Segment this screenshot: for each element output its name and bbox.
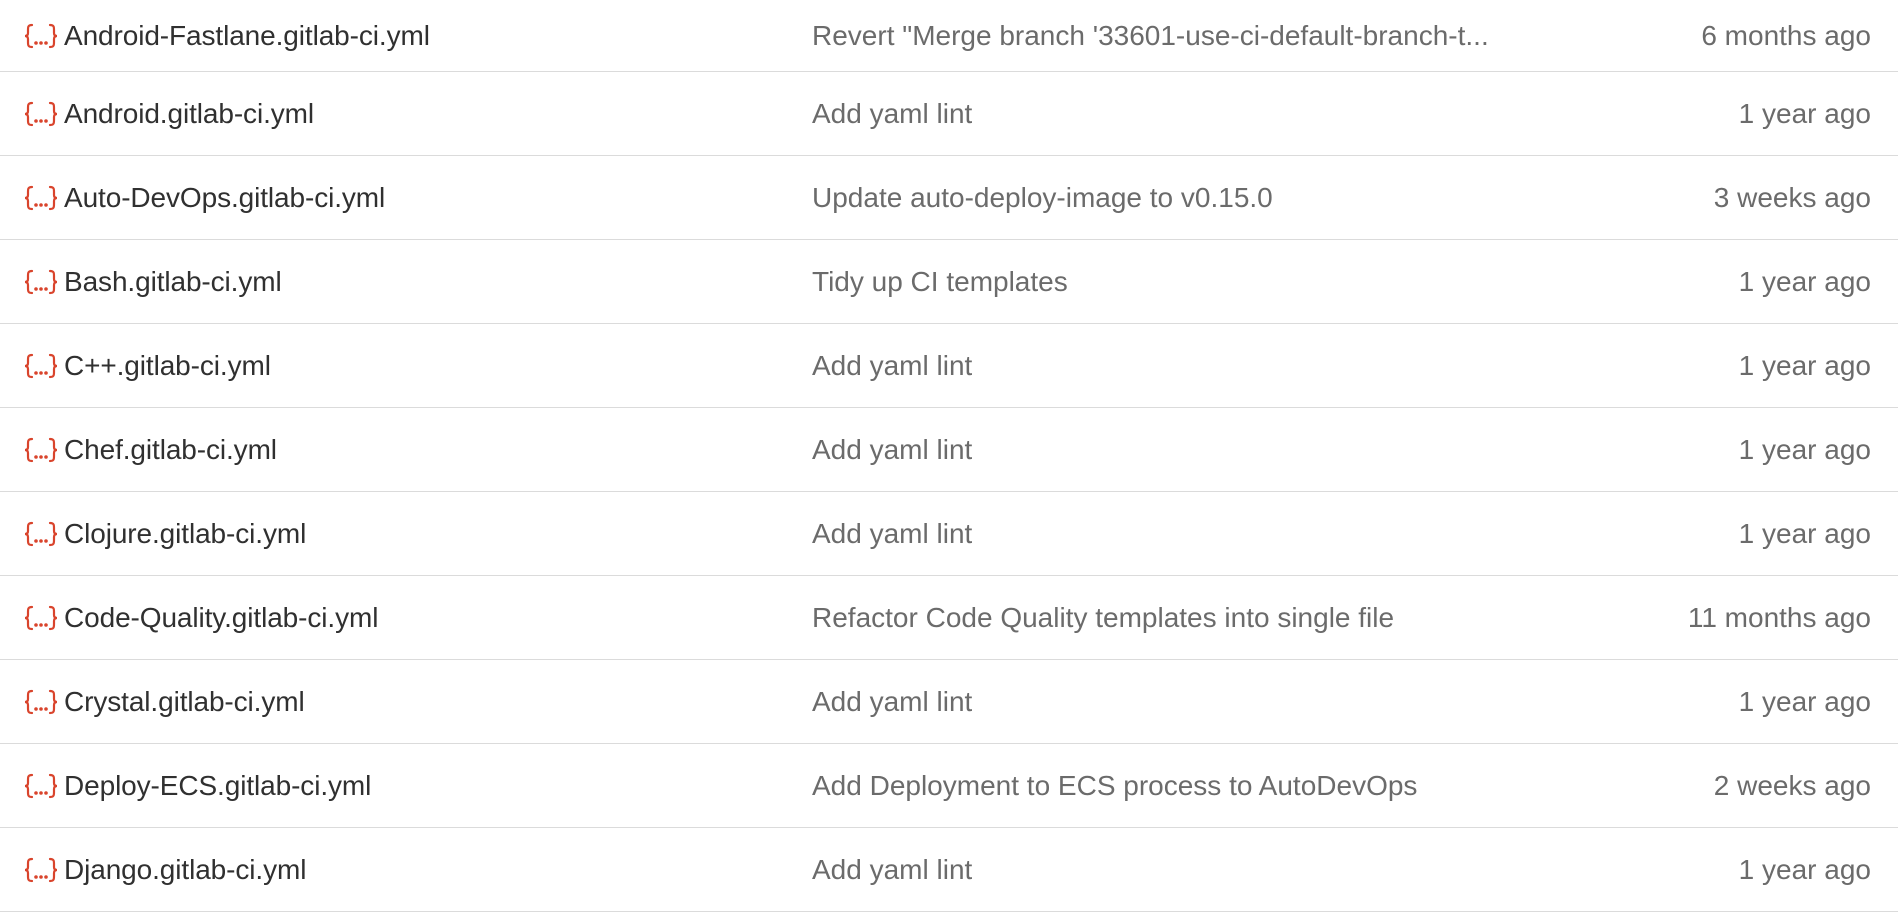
commit-message-cell[interactable]: Add yaml lint [812,828,1542,911]
commit-message-link[interactable]: Refactor Code Quality templates into sin… [812,602,1394,634]
file-name-cell[interactable]: Chef.gitlab-ci.yml [24,408,784,491]
commit-message-cell[interactable]: Add yaml lint [812,660,1542,743]
file-name-link[interactable]: Django.gitlab-ci.yml [64,854,306,886]
table-row[interactable]: Clojure.gitlab-ci.yml Add yaml lint 1 ye… [0,492,1898,576]
commit-message-link[interactable]: Add yaml lint [812,854,972,886]
table-row[interactable]: Android.gitlab-ci.yml Add yaml lint 1 ye… [0,72,1898,156]
commit-time: 1 year ago [1738,685,1871,717]
yaml-file-icon [24,22,58,50]
yaml-file-icon [24,772,58,800]
commit-message-link[interactable]: Add yaml lint [812,518,972,550]
yaml-file-icon [24,436,58,464]
commit-message-cell[interactable]: Add yaml lint [812,324,1542,407]
commit-message-link[interactable]: Tidy up CI templates [812,266,1068,298]
yaml-file-icon [24,520,58,548]
table-row[interactable]: Android-Fastlane.gitlab-ci.yml Revert "M… [0,0,1898,72]
table-row[interactable]: Deploy-ECS.gitlab-ci.yml Add Deployment … [0,744,1898,828]
yaml-file-icon [24,688,58,716]
file-name-link[interactable]: Clojure.gitlab-ci.yml [64,518,306,550]
commit-message-cell[interactable]: Refactor Code Quality templates into sin… [812,576,1542,659]
commit-time: 2 weeks ago [1713,769,1871,801]
table-row[interactable]: C++.gitlab-ci.yml Add yaml lint 1 year a… [0,324,1898,408]
file-name-cell[interactable]: C++.gitlab-ci.yml [24,324,784,407]
commit-time: 6 months ago [1701,19,1871,51]
commit-time: 1 year ago [1738,349,1871,381]
file-name-link[interactable]: C++.gitlab-ci.yml [64,350,271,382]
file-name-cell[interactable]: Bash.gitlab-ci.yml [24,240,784,323]
commit-message-cell[interactable]: Add yaml lint [812,408,1542,491]
commit-message-link[interactable]: Add yaml lint [812,98,972,130]
commit-time-cell: 1 year ago [1739,72,1871,155]
file-name-link[interactable]: Auto-DevOps.gitlab-ci.yml [64,182,385,214]
file-name-cell[interactable]: Django.gitlab-ci.yml [24,828,784,911]
commit-message-link[interactable]: Add Deployment to ECS process to AutoDev… [812,770,1417,802]
file-name-cell[interactable]: Auto-DevOps.gitlab-ci.yml [24,156,784,239]
commit-time: 3 weeks ago [1713,181,1871,213]
file-name-cell[interactable]: Android-Fastlane.gitlab-ci.yml [24,0,784,71]
yaml-file-icon [24,604,58,632]
file-name-cell[interactable]: Code-Quality.gitlab-ci.yml [24,576,784,659]
commit-time: 1 year ago [1738,517,1871,549]
table-row[interactable]: Chef.gitlab-ci.yml Add yaml lint 1 year … [0,408,1898,492]
commit-time-cell: 3 weeks ago [1714,156,1871,239]
commit-message-cell[interactable]: Revert "Merge branch '33601-use-ci-defau… [812,0,1542,71]
file-name-link[interactable]: Crystal.gitlab-ci.yml [64,686,305,718]
commit-message-cell[interactable]: Add yaml lint [812,492,1542,575]
commit-time: 1 year ago [1738,433,1871,465]
commit-message-link[interactable]: Revert "Merge branch '33601-use-ci-defau… [812,20,1489,52]
commit-message-link[interactable]: Add yaml lint [812,350,972,382]
table-row[interactable]: Crystal.gitlab-ci.yml Add yaml lint 1 ye… [0,660,1898,744]
file-name-link[interactable]: Chef.gitlab-ci.yml [64,434,277,466]
commit-message-link[interactable]: Add yaml lint [812,434,972,466]
commit-message-link[interactable]: Update auto-deploy-image to v0.15.0 [812,182,1273,214]
file-name-cell[interactable]: Clojure.gitlab-ci.yml [24,492,784,575]
yaml-file-icon [24,352,58,380]
commit-time: 1 year ago [1738,265,1871,297]
commit-time-cell: 6 months ago [1701,0,1871,71]
commit-message-cell[interactable]: Add yaml lint [812,72,1542,155]
file-name-cell[interactable]: Deploy-ECS.gitlab-ci.yml [24,744,784,827]
commit-message-cell[interactable]: Add Deployment to ECS process to AutoDev… [812,744,1542,827]
yaml-file-icon [24,856,58,884]
commit-message-link[interactable]: Add yaml lint [812,686,972,718]
commit-time-cell: 2 weeks ago [1714,744,1871,827]
commit-time-cell: 1 year ago [1739,240,1871,323]
yaml-file-icon [24,184,58,212]
table-row[interactable]: Bash.gitlab-ci.yml Tidy up CI templates … [0,240,1898,324]
file-name-cell[interactable]: Crystal.gitlab-ci.yml [24,660,784,743]
commit-time-cell: 1 year ago [1739,324,1871,407]
file-name-link[interactable]: Deploy-ECS.gitlab-ci.yml [64,770,371,802]
commit-time: 1 year ago [1738,97,1871,129]
commit-message-cell[interactable]: Update auto-deploy-image to v0.15.0 [812,156,1542,239]
table-row[interactable]: Code-Quality.gitlab-ci.yml Refactor Code… [0,576,1898,660]
commit-time: 11 months ago [1687,601,1871,633]
file-name-link[interactable]: Code-Quality.gitlab-ci.yml [64,602,378,634]
table-row[interactable]: Django.gitlab-ci.yml Add yaml lint 1 yea… [0,828,1898,912]
file-name-link[interactable]: Bash.gitlab-ci.yml [64,266,282,298]
file-name-cell[interactable]: Android.gitlab-ci.yml [24,72,784,155]
commit-time-cell: 11 months ago [1688,576,1871,659]
commit-message-cell[interactable]: Tidy up CI templates [812,240,1542,323]
commit-time-cell: 1 year ago [1739,660,1871,743]
commit-time-cell: 1 year ago [1739,492,1871,575]
table-row[interactable]: Auto-DevOps.gitlab-ci.yml Update auto-de… [0,156,1898,240]
yaml-file-icon [24,100,58,128]
file-name-link[interactable]: Android.gitlab-ci.yml [64,98,314,130]
yaml-file-icon [24,268,58,296]
commit-time: 1 year ago [1738,853,1871,885]
commit-time-cell: 1 year ago [1739,408,1871,491]
file-list: Android-Fastlane.gitlab-ci.yml Revert "M… [0,0,1898,912]
commit-time-cell: 1 year ago [1739,828,1871,911]
file-name-link[interactable]: Android-Fastlane.gitlab-ci.yml [64,20,430,52]
